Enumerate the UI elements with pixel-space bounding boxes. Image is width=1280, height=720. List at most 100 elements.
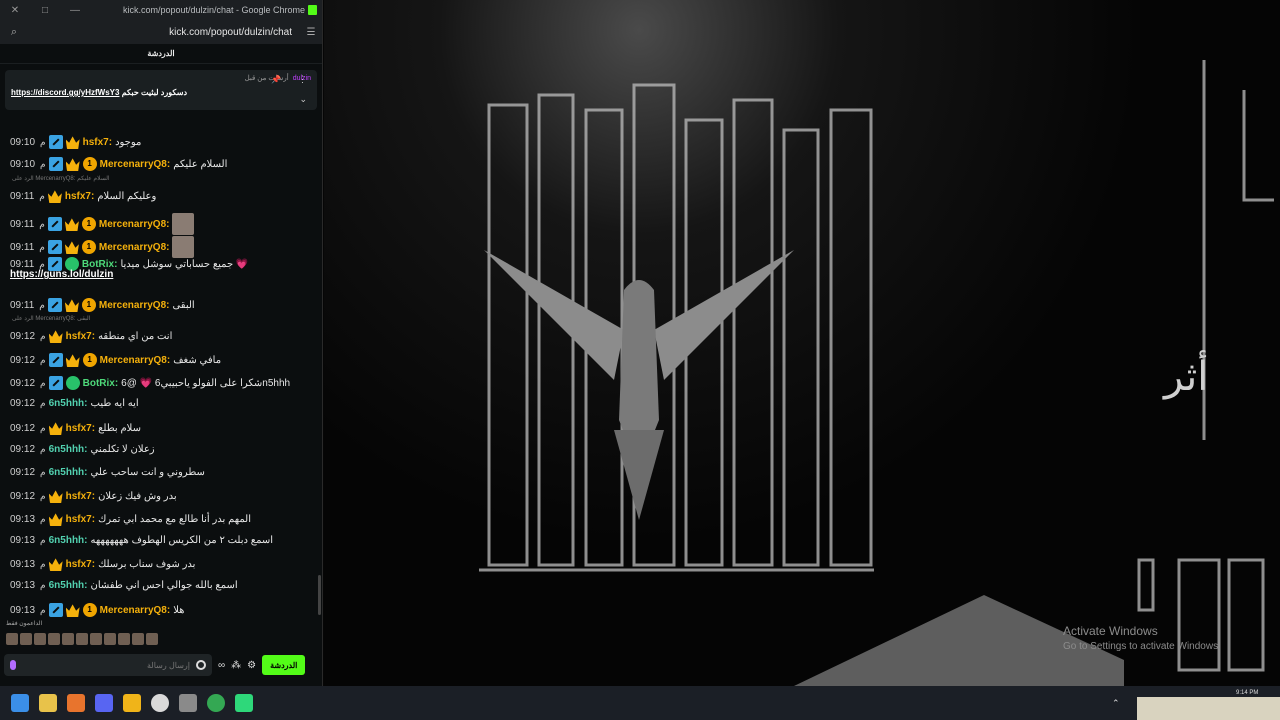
chat-message[interactable]: 09:12 م hsfx7: انت من اي منطقه	[10, 329, 314, 343]
chat-message[interactable]: 09:11 م 1 MercenarryQ8:	[10, 236, 314, 258]
chat-message[interactable]: 09:11 م 1 MercenarryQ8: البقى	[10, 298, 314, 312]
gift-badge-icon: 1	[81, 217, 96, 231]
reply-context[interactable]: الرد على MercenarryQ8: البقى	[12, 315, 90, 322]
infinity-icon[interactable]: ∞	[218, 660, 225, 671]
message-username[interactable]: BotRix:	[82, 259, 118, 270]
kick-app-icon[interactable]	[235, 694, 253, 712]
pinned-meta-label: أرسلت من قبل	[244, 75, 289, 82]
chat-message[interactable]: 09:12 م 6n5hhh: ايه ايه طيب	[10, 398, 314, 409]
message-input-box[interactable]	[4, 654, 212, 676]
minimize-window-icon[interactable]: —	[60, 5, 90, 16]
chat-message[interactable]: 09:12 م BotRix: 6@ 💗 شكرا على الفولو ياحبيب…	[10, 376, 314, 390]
system-tray: ⌃	[1112, 686, 1120, 720]
message-username[interactable]: MercenarryQ8:	[99, 219, 170, 230]
chat-message[interactable]: 09:12 م 6n5hhh: زعلان لا تكلمني	[10, 444, 314, 455]
time-suffix: م	[40, 354, 46, 365]
time-suffix: م	[40, 558, 46, 569]
emote-icon[interactable]	[118, 633, 130, 645]
chat-message[interactable]: 09:13 م hsfx7: المهم بدر أنا طالع مع محمد ا…	[10, 512, 314, 526]
botrix-link[interactable]: https://guns.lol/dulzin	[10, 269, 113, 280]
chrome-icon[interactable]	[207, 694, 225, 712]
message-username[interactable]: MercenarryQ8:	[100, 355, 171, 366]
zoom-icon[interactable]: ⌕	[0, 26, 28, 39]
message-username[interactable]: 6n5hhh:	[49, 580, 88, 591]
pin-icon[interactable]: 📌	[271, 75, 281, 84]
chat-send-button[interactable]: الدردشة	[262, 655, 306, 675]
message-time: 09:12	[10, 354, 36, 366]
message-username[interactable]: hsfx7:	[65, 191, 94, 202]
pinned-link[interactable]: https://discord.gg/yHzfWsY3	[11, 88, 119, 97]
close-window-icon[interactable]: ✕	[0, 5, 30, 16]
message-text: اسمع دبلت ٢ من الكريس الهطوف هههههههه	[90, 535, 274, 546]
app-feather-icon[interactable]	[123, 694, 141, 712]
message-username[interactable]: MercenarryQ8:	[99, 300, 170, 311]
emote-icon[interactable]	[20, 633, 32, 645]
message-username[interactable]: 6n5hhh:	[49, 535, 88, 546]
chevron-up-icon[interactable]: ⌃	[1112, 698, 1120, 709]
chat-message[interactable]: 09:12 م hsfx7: بدر وش فيك زعلان	[10, 489, 314, 503]
message-username[interactable]: hsfx7:	[66, 559, 95, 570]
message-username[interactable]: hsfx7:	[66, 331, 95, 342]
message-username[interactable]: BotRix:	[83, 378, 119, 389]
site-settings-icon[interactable]: ☰	[300, 27, 322, 38]
emote-icon[interactable]	[6, 633, 18, 645]
app-fish-icon[interactable]	[179, 694, 197, 712]
message-text: سلام بطلع	[98, 422, 141, 434]
chat-scrollbar[interactable]	[318, 575, 321, 615]
message-username[interactable]: hsfx7:	[66, 514, 95, 525]
chat-message[interactable]: 09:10 م hsfx7: موجود	[10, 135, 314, 149]
emote-icon[interactable]	[104, 633, 116, 645]
discord-icon[interactable]	[95, 694, 113, 712]
message-username[interactable]: MercenarryQ8:	[100, 159, 171, 170]
chat-message[interactable]: 09:12 م 6n5hhh: سطروني و انت ساحب علي	[10, 467, 314, 478]
crown-badge-icon	[48, 422, 63, 435]
chat-message[interactable]: 09:11 م 1 MercenarryQ8:	[10, 213, 314, 235]
message-text: 6@ 💗 شكرا على الفولو ياحبيبي6n5hhh	[121, 377, 291, 389]
maximize-window-icon[interactable]: □	[30, 5, 60, 16]
message-username[interactable]: 6n5hhh:	[49, 467, 88, 478]
message-username[interactable]: MercenarryQ8:	[100, 605, 171, 616]
chat-message[interactable]: 09:11 م hsfx7: وعليكم السلام	[10, 189, 314, 203]
emoji-icon[interactable]	[196, 660, 206, 670]
message-username[interactable]: 6n5hhh:	[49, 398, 88, 409]
emote-icon[interactable]	[34, 633, 46, 645]
emote-icon[interactable]	[76, 633, 88, 645]
chat-message[interactable]: 09:12 م 1 MercenarryQ8: مافي شغف	[10, 353, 314, 367]
pinned-message[interactable]: dulzin أرسلت من قبل https://discord.gg/y…	[5, 70, 317, 110]
message-username[interactable]: hsfx7:	[83, 137, 112, 148]
message-username[interactable]: hsfx7:	[66, 491, 95, 502]
chat-message[interactable]: 09:10 م 1 MercenarryQ8: السلام عليكم	[10, 157, 314, 171]
message-time: 09:11	[10, 190, 35, 202]
message-username[interactable]: MercenarryQ8:	[99, 242, 170, 253]
chevron-down-icon[interactable]: ⌄	[299, 94, 307, 105]
app-a-icon[interactable]	[67, 694, 85, 712]
url-text[interactable]: kick.com/popout/dulzin/chat	[28, 27, 300, 38]
crown-badge-icon	[48, 513, 63, 526]
more-options-icon[interactable]: ⋮	[298, 74, 307, 85]
microphone-icon[interactable]	[10, 660, 16, 670]
message-input[interactable]	[24, 660, 190, 670]
message-time: 09:13	[10, 513, 36, 525]
chat-message[interactable]: 09:13 م 1 MercenarryQ8: هلا	[10, 603, 314, 617]
gift-icon[interactable]: ⁂	[231, 660, 241, 671]
emote-icon[interactable]	[146, 633, 158, 645]
chat-message[interactable]: 09:13 م 6n5hhh: اسمع دبلت ٢ من الكريس الهطو…	[10, 535, 314, 546]
taskbar-clock[interactable]: 9:14 PM	[1236, 690, 1258, 696]
time-suffix: م	[40, 422, 46, 433]
start-icon[interactable]	[11, 694, 29, 712]
reply-context[interactable]: الرد على MercenarryQ8: السلام عليكم	[12, 175, 110, 182]
emote-icon[interactable]	[62, 633, 74, 645]
chat-message[interactable]: 09:12 م hsfx7: سلام بطلع	[10, 421, 314, 435]
settings-icon[interactable]: ⚙	[247, 660, 256, 671]
message-username[interactable]: 6n5hhh:	[49, 444, 88, 455]
obs-icon[interactable]	[151, 694, 169, 712]
emote-icon[interactable]	[48, 633, 60, 645]
pinned-meta: dulzin أرسلت من قبل	[11, 74, 311, 83]
stream-video[interactable]: أثر Activate Windows Go to Settings to a…	[324, 0, 1280, 686]
file-explorer-icon[interactable]	[39, 694, 57, 712]
emote-icon[interactable]	[90, 633, 102, 645]
chat-message[interactable]: 09:13 م 6n5hhh: اسمع بالله جوالي احس اني طف…	[10, 580, 314, 591]
emote-icon[interactable]	[132, 633, 144, 645]
chat-message[interactable]: 09:13 م hsfx7: بدر شوف سناب برسلك	[10, 557, 314, 571]
message-username[interactable]: hsfx7:	[66, 423, 95, 434]
